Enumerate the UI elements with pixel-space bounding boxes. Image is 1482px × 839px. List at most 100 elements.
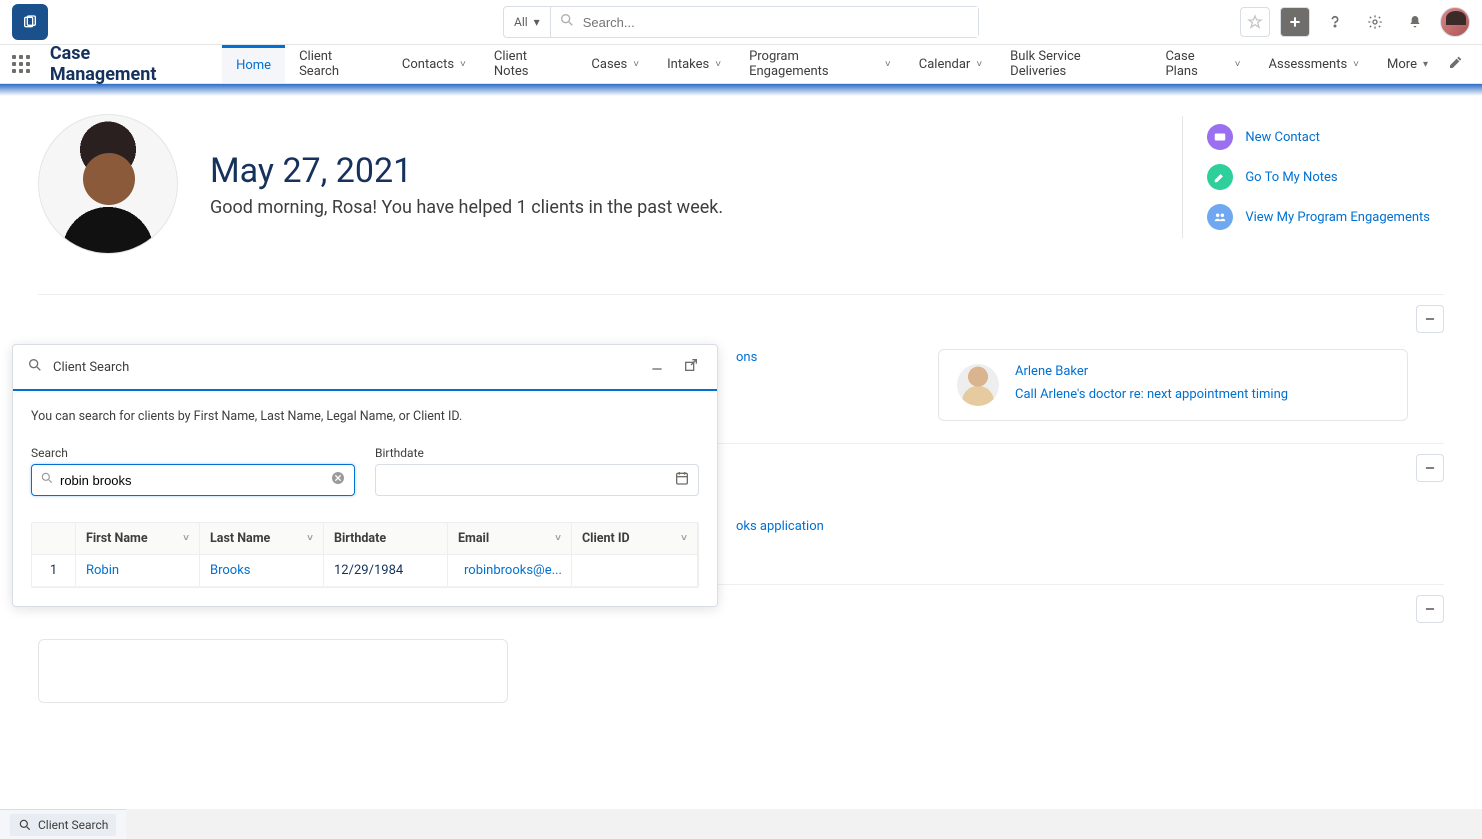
chevron-down-icon[interactable]: ˅ [681, 533, 687, 544]
column-last-name[interactable]: Last Name˅ [200, 523, 324, 554]
star-icon [1247, 14, 1263, 30]
chevron-down-icon: ▾ [1423, 59, 1428, 70]
nav-tab-program-engagements[interactable]: Program Engagements˅ [735, 45, 905, 83]
task-card-stub[interactable] [38, 639, 508, 703]
task-text-link[interactable]: Call Arlene's doctor re: next appointmen… [1015, 387, 1288, 402]
minus-icon [1423, 461, 1437, 475]
contact-avatar [957, 364, 999, 406]
nav-tab-contacts[interactable]: Contacts˅ [388, 45, 480, 83]
setup-button[interactable] [1360, 7, 1390, 37]
column-index [32, 523, 76, 554]
column-first-name[interactable]: First Name˅ [76, 523, 200, 554]
email-link[interactable]: robinbrooks@e... [464, 563, 561, 578]
salesforce-logo[interactable] [12, 4, 48, 40]
greeting-text: Good morning, Rosa! You have helped 1 cl… [210, 197, 723, 218]
search-icon [559, 12, 575, 32]
nav-tab-cases[interactable]: Cases˅ [577, 45, 653, 83]
collapse-button[interactable] [1416, 454, 1444, 482]
collapse-button[interactable] [1416, 305, 1444, 333]
chevron-down-icon[interactable]: ˅ [885, 59, 891, 70]
chevron-down-icon[interactable]: ˅ [976, 59, 982, 70]
results-table: First Name˅ Last Name˅ Birthdate Email˅ … [31, 522, 699, 588]
row-index: 1 [32, 555, 76, 586]
nav-tab-calendar[interactable]: Calendar˅ [905, 45, 996, 83]
truncated-link-fragment[interactable]: ons [736, 350, 757, 365]
client-search-input[interactable] [60, 473, 330, 488]
global-search-input[interactable] [583, 7, 978, 37]
nav-tab-intakes[interactable]: Intakes˅ [653, 45, 735, 83]
favorites-button[interactable] [1240, 7, 1270, 37]
last-name-link[interactable]: Brooks [210, 563, 251, 578]
action-goto-notes[interactable]: Go To My Notes [1207, 164, 1430, 190]
minimize-icon [649, 357, 665, 373]
birthdate-cell: 12/29/1984 [324, 555, 448, 586]
birthdate-label: Birthdate [375, 446, 699, 460]
search-icon [18, 818, 32, 832]
column-email[interactable]: Email˅ [448, 523, 572, 554]
utility-label: Client Search [38, 818, 108, 832]
panel-title: Client Search [53, 360, 129, 375]
nav-tabs: Home Client Search Contacts˅ Client Note… [222, 45, 1442, 83]
hero-text: May 27, 2021 Good morning, Rosa! You hav… [210, 151, 723, 218]
column-birthdate[interactable]: Birthdate [324, 523, 448, 554]
search-icon [27, 357, 43, 377]
chevron-down-icon[interactable]: ˅ [307, 533, 313, 544]
minus-icon [1423, 312, 1437, 326]
chevron-down-icon[interactable]: ˅ [633, 59, 639, 70]
header-action-icons [1240, 7, 1470, 37]
notifications-button[interactable] [1400, 7, 1430, 37]
cloud-icon [22, 14, 38, 30]
user-avatar[interactable] [1440, 7, 1470, 37]
collapse-button[interactable] [1416, 595, 1444, 623]
nav-tab-assessments[interactable]: Assessments˅ [1255, 45, 1374, 83]
search-icon [40, 471, 54, 489]
birthdate-field-group: Birthdate [375, 446, 699, 496]
birthdate-input[interactable] [384, 473, 668, 488]
minimize-button[interactable] [645, 355, 669, 379]
app-launcher-button[interactable] [12, 55, 36, 73]
quick-actions: New Contact Go To My Notes View My Progr… [1182, 116, 1430, 238]
users-icon [1207, 204, 1233, 230]
search-field-group: Search [31, 446, 355, 496]
column-client-id[interactable]: Client ID˅ [572, 523, 698, 554]
client-search-panel: Client Search You can search for clients… [12, 344, 718, 607]
contact-link[interactable]: Arlene Baker [1015, 364, 1288, 379]
action-view-engagements[interactable]: View My Program Engagements [1207, 204, 1430, 230]
nav-tab-bulk-service-deliveries[interactable]: Bulk Service Deliveries [996, 45, 1151, 83]
popout-button[interactable] [679, 355, 703, 379]
plus-icon [1287, 14, 1303, 30]
client-id-cell [572, 555, 698, 586]
table-row[interactable]: 1 Robin Brooks 12/29/1984 robinbrooks@e.… [32, 555, 698, 587]
nav-tab-more[interactable]: More▾ [1373, 45, 1442, 83]
bell-icon [1407, 14, 1423, 30]
datepicker-button[interactable] [674, 470, 690, 490]
minus-icon [1423, 602, 1437, 616]
chevron-down-icon[interactable]: ˅ [460, 59, 466, 70]
task-card-arlene[interactable]: Arlene Baker Call Arlene's doctor re: ne… [938, 349, 1408, 421]
nav-tab-home[interactable]: Home [222, 45, 285, 83]
utility-client-search[interactable]: Client Search [10, 814, 116, 836]
search-hint: You can search for clients by First Name… [31, 409, 699, 424]
chevron-down-icon[interactable]: ˅ [183, 533, 189, 544]
nav-tab-client-search[interactable]: Client Search [285, 45, 388, 83]
nav-tab-case-plans[interactable]: Case Plans˅ [1151, 45, 1254, 83]
search-input-wrap [31, 464, 355, 496]
global-actions-button[interactable] [1280, 7, 1310, 37]
chevron-down-icon[interactable]: ˅ [715, 59, 721, 70]
chevron-down-icon[interactable]: ˅ [1235, 59, 1241, 70]
pencil-icon [1448, 54, 1464, 70]
action-new-contact[interactable]: New Contact [1207, 124, 1430, 150]
help-button[interactable] [1320, 7, 1350, 37]
chevron-down-icon[interactable]: ˅ [1353, 59, 1359, 70]
app-name: Case Management [50, 43, 200, 85]
truncated-link-fragment[interactable]: oks application [736, 519, 824, 534]
nav-tab-client-notes[interactable]: Client Notes [480, 45, 578, 83]
chevron-down-icon[interactable]: ˅ [555, 533, 561, 544]
edit-nav-button[interactable] [1442, 54, 1470, 74]
panel-header: Client Search [13, 345, 717, 391]
question-icon [1327, 14, 1343, 30]
clear-input-button[interactable] [330, 470, 346, 490]
global-header: All ▾ [0, 0, 1482, 44]
search-scope-dropdown[interactable]: All ▾ [504, 7, 551, 37]
first-name-link[interactable]: Robin [86, 563, 119, 578]
